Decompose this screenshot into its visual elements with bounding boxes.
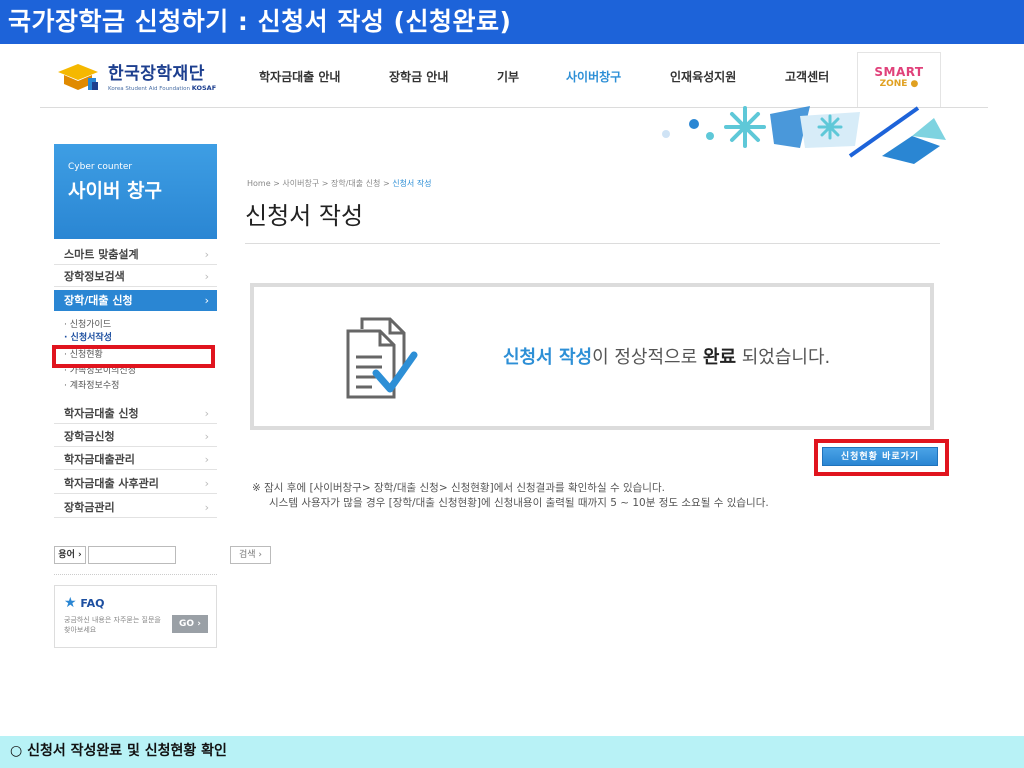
completion-box: 신청서 작성이 정상적으로 완료 되었습니다. bbox=[250, 283, 934, 430]
highlight-status-menu bbox=[52, 345, 215, 368]
title-divider bbox=[245, 243, 940, 244]
sidebar-sub-guide[interactable]: · 신청가이드 bbox=[64, 320, 111, 331]
nav-talent-support[interactable]: 인재육성지원 bbox=[670, 68, 736, 85]
faq-title: ★ FAQ bbox=[64, 595, 105, 611]
nav-loan-guide[interactable]: 학자금대출 안내 bbox=[259, 68, 340, 85]
notice-line-2: 시스템 사용자가 많을 경우 [장학/대출 신청현황]에 신청내용이 출력될 때… bbox=[269, 497, 769, 509]
sidebar-item-scholarship-manage[interactable]: 장학금관리 › bbox=[54, 497, 217, 518]
page-title: 신청서 작성 bbox=[245, 202, 364, 230]
sidebar-sub-write-application[interactable]: · 신청서작성 bbox=[64, 333, 112, 344]
faq-description: 궁금하신 내용은 자주묻는 질문을 찾아보세요 bbox=[64, 616, 161, 634]
completion-message: 신청서 작성이 정상적으로 완료 되었습니다. bbox=[503, 347, 831, 368]
graduation-cap-icon bbox=[58, 64, 98, 90]
star-icon: ★ bbox=[64, 595, 77, 611]
sidebar-divider bbox=[54, 574, 217, 575]
nav-customer-center[interactable]: 고객센터 bbox=[785, 68, 829, 85]
smart-zone-line1: SMART bbox=[874, 65, 924, 79]
breadcrumb: Home > 사이버창구 > 장학/대출 신청 > 신청서 작성 bbox=[247, 179, 432, 188]
glossary-search: 용어 › 검색 › bbox=[54, 546, 271, 564]
faq-go-button[interactable]: GO › bbox=[172, 615, 208, 633]
sidebar-item-loan-manage[interactable]: 학자금대출관리 › bbox=[54, 449, 217, 470]
sidebar-banner-eyebrow: Cyber counter bbox=[68, 162, 133, 172]
decoration-illustration bbox=[662, 106, 946, 164]
kosaf-logo[interactable]: 한국장학재단 Korea Student Aid Foundation KOSA… bbox=[56, 58, 226, 98]
document-check-icon bbox=[346, 317, 418, 399]
sidebar-item-apply[interactable]: 장학/대출 신청 › bbox=[54, 290, 217, 311]
nav-scholarship-guide[interactable]: 장학금 안내 bbox=[389, 68, 448, 85]
notice-line-1: ※ 잠시 후에 [사이버창구> 장학/대출 신청> 신청현황]에서 신청결과를 … bbox=[252, 482, 665, 494]
nav-cyber-counter[interactable]: 사이버창구 bbox=[566, 68, 621, 85]
sidebar-banner: Cyber counter 사이버 창구 bbox=[54, 144, 217, 239]
logo-subtitle: Korea Student Aid Foundation KOSAF bbox=[108, 84, 217, 92]
sidebar-item-loan-apply[interactable]: 학자금대출 신청 › bbox=[54, 403, 217, 424]
footer-caption: ○ 신청서 작성완료 및 신청현황 확인 bbox=[0, 736, 1024, 768]
slide-title: 국가장학금 신청하기 : 신청서 작성 (신청완료) bbox=[0, 0, 1024, 44]
sidebar-sub-account-edit[interactable]: · 계좌정보수정 bbox=[64, 381, 119, 392]
glossary-input[interactable] bbox=[88, 546, 176, 564]
glossary-label: 용어 › bbox=[54, 546, 86, 564]
smart-zone-line2: ZONE ● bbox=[879, 79, 919, 89]
sidebar-item-scholarship-search[interactable]: 장학정보검색 › bbox=[54, 266, 217, 287]
nav-donation[interactable]: 기부 bbox=[497, 68, 519, 85]
sidebar-item-smart-design[interactable]: 스마트 맞춤설계 › bbox=[54, 244, 217, 265]
sidebar-banner-title: 사이버 창구 bbox=[68, 180, 163, 202]
logo-name: 한국장학재단 bbox=[108, 64, 205, 84]
faq-box: ★ FAQ 궁금하신 내용은 자주묻는 질문을 찾아보세요 GO › bbox=[54, 585, 217, 648]
highlight-status-button bbox=[814, 439, 949, 476]
glossary-search-button[interactable]: 검색 › bbox=[230, 546, 271, 564]
smart-zone-button[interactable]: SMART ZONE ● bbox=[857, 52, 941, 108]
sidebar-item-loan-aftercare[interactable]: 학자금대출 사후관리 › bbox=[54, 473, 217, 494]
sidebar-item-scholarship-apply[interactable]: 장학금신청 › bbox=[54, 426, 217, 447]
